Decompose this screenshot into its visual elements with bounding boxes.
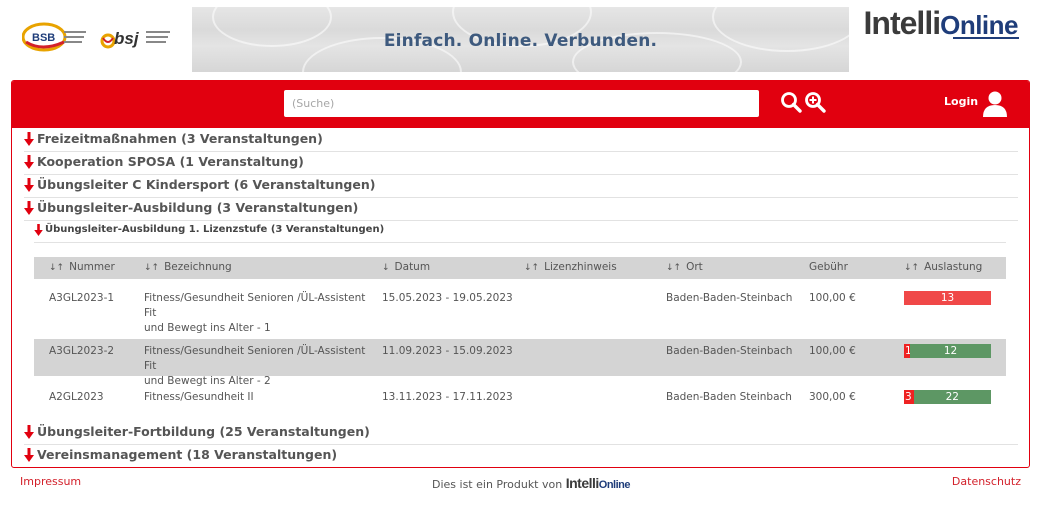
- cell-bezeichnung[interactable]: Fitness/Gesundheit Senioren /ÜL-Assisten…: [144, 344, 374, 389]
- category-label: Übungsleiter-Fortbildung (25 Veranstaltu…: [37, 424, 370, 439]
- cell-nummer: A3GL2023-1: [49, 292, 115, 304]
- category-uebungsleiter-c[interactable]: Übungsleiter C Kindersport (6 Veranstalt…: [24, 175, 1018, 198]
- category-sposa[interactable]: Kooperation SPOSA (1 Veranstaltung): [24, 152, 1018, 175]
- cell-datum: 11.09.2023 - 15.09.2023: [382, 345, 513, 357]
- cell-gebuehr: 100,00 €: [809, 345, 856, 357]
- table-header: ↓↑ Nummer ↓↑ Bezeichnung ↓ Datum ↓↑ Lizenzhi…: [34, 257, 1006, 279]
- col-bezeichnung[interactable]: ↓↑ Bezeichnung: [144, 261, 232, 273]
- sort-icon: ↓↑: [666, 263, 682, 273]
- arrow-down-icon: [34, 224, 43, 236]
- arrow-down-icon: [24, 178, 34, 192]
- sort-icon: ↓↑: [49, 263, 65, 273]
- header-banner: Einfach. Online. Verbunden.: [192, 7, 849, 72]
- user-icon[interactable]: [982, 90, 1008, 118]
- sort-icon: ↓↑: [144, 263, 160, 273]
- arrow-down-icon: [24, 155, 34, 169]
- cell-bezeichnung[interactable]: Fitness/Gesundheit Senioren /ÜL-Assisten…: [144, 291, 374, 336]
- auslastung-bar: 3 22: [904, 390, 991, 404]
- impressum-link[interactable]: Impressum: [20, 475, 81, 488]
- svg-text:bsj: bsj: [114, 29, 140, 48]
- bsj-logo[interactable]: bsj: [100, 24, 172, 52]
- arrow-down-icon: [24, 448, 34, 462]
- category-vereinsmanagement[interactable]: Vereinsmanagement (18 Veranstaltungen): [24, 445, 1018, 467]
- category-label: Kooperation SPOSA (1 Veranstaltung): [37, 154, 304, 169]
- cell-nummer: A2GL2023: [49, 391, 104, 403]
- category-fortbildung[interactable]: Übungsleiter-Fortbildung (25 Veranstaltu…: [24, 422, 1018, 445]
- cell-gebuehr: 300,00 €: [809, 391, 856, 403]
- col-auslastung[interactable]: ↓↑ Auslastung: [904, 261, 982, 273]
- login-link[interactable]: Login: [944, 95, 978, 108]
- category-freizeit[interactable]: Freizeitmaßnahmen (3 Veranstaltungen): [24, 129, 1018, 152]
- table-row[interactable]: A3GL2023-1 Fitness/Gesundheit Senioren /…: [34, 280, 1006, 334]
- intellionline-logo[interactable]: IntelliOnline: [864, 5, 1019, 41]
- category-label: Übungsleiter C Kindersport (6 Veranstalt…: [37, 177, 376, 192]
- search-input[interactable]: [284, 90, 759, 117]
- cell-ort: Baden-Baden-Steinbach: [666, 292, 793, 304]
- subcategory-lizenzstufe-1[interactable]: Übungsleiter-Ausbildung 1. Lizenzstufe (…: [34, 221, 1006, 243]
- sort-down-icon: ↓: [382, 263, 390, 273]
- intellionline-small-logo[interactable]: IntelliOnline: [566, 475, 631, 491]
- auslastung-booked: 13: [904, 291, 991, 305]
- cell-bezeichnung[interactable]: Fitness/Gesundheit II: [144, 390, 374, 405]
- auslastung-bar: 1 12: [904, 344, 991, 358]
- zoom-plus-icon[interactable]: [804, 91, 826, 113]
- auslastung-bar: 13: [904, 291, 991, 305]
- cell-nummer: A3GL2023-2: [49, 345, 115, 357]
- cell-ort: Baden-Baden Steinbach: [666, 391, 792, 403]
- banner-slogan: Einfach. Online. Verbunden.: [383, 31, 658, 51]
- category-label: Freizeitmaßnahmen (3 Veranstaltungen): [37, 131, 323, 146]
- arrow-down-icon: [24, 132, 34, 146]
- category-label: Vereinsmanagement (18 Veranstaltungen): [37, 447, 338, 462]
- sort-icon: ↓↑: [904, 263, 920, 273]
- col-lizenzhinweis[interactable]: ↓↑ Lizenzhinweis: [524, 261, 617, 273]
- arrow-down-icon: [24, 425, 34, 439]
- cell-datum: 13.11.2023 - 17.11.2023: [382, 391, 513, 403]
- brand-underline: [953, 37, 1019, 39]
- cell-gebuehr: 100,00 €: [809, 292, 856, 304]
- col-gebuehr: Gebühr: [809, 261, 848, 273]
- col-ort[interactable]: ↓↑ Ort: [666, 261, 703, 273]
- bsb-logo[interactable]: BSB: [22, 22, 88, 52]
- auslastung-booked: 22: [913, 390, 991, 404]
- table-row[interactable]: A2GL2023 Fitness/Gesundheit II 13.11.202…: [34, 386, 1006, 416]
- cell-ort: Baden-Baden-Steinbach: [666, 345, 793, 357]
- svg-text:BSB: BSB: [32, 32, 55, 44]
- search-icon[interactable]: [780, 91, 802, 113]
- category-uebungsleiter-ausbildung[interactable]: Übungsleiter-Ausbildung (3 Veranstaltung…: [24, 198, 1018, 221]
- subcategory-label: Übungsleiter-Ausbildung 1. Lizenzstufe (…: [45, 224, 385, 235]
- col-nummer[interactable]: ↓↑ Nummer: [49, 261, 115, 273]
- search-bar: Login: [12, 81, 1029, 128]
- col-datum[interactable]: ↓ Datum: [382, 261, 430, 273]
- auslastung-free: 3: [904, 390, 914, 404]
- event-panel: Login Freizeitmaßnahmen (3 Veranstaltung…: [11, 80, 1030, 468]
- cell-datum: 15.05.2023 - 19.05.2023: [382, 292, 513, 304]
- datenschutz-link[interactable]: Datenschutz: [952, 475, 1021, 488]
- sort-icon: ↓↑: [524, 263, 540, 273]
- arrow-down-icon: [24, 201, 34, 215]
- auslastung-booked: 12: [910, 344, 991, 358]
- table-row[interactable]: A3GL2023-2 Fitness/Gesundheit Senioren /…: [34, 339, 1006, 387]
- category-label: Übungsleiter-Ausbildung (3 Veranstaltung…: [37, 200, 359, 215]
- product-note: Dies ist ein Produkt von IntelliOnline: [432, 475, 631, 491]
